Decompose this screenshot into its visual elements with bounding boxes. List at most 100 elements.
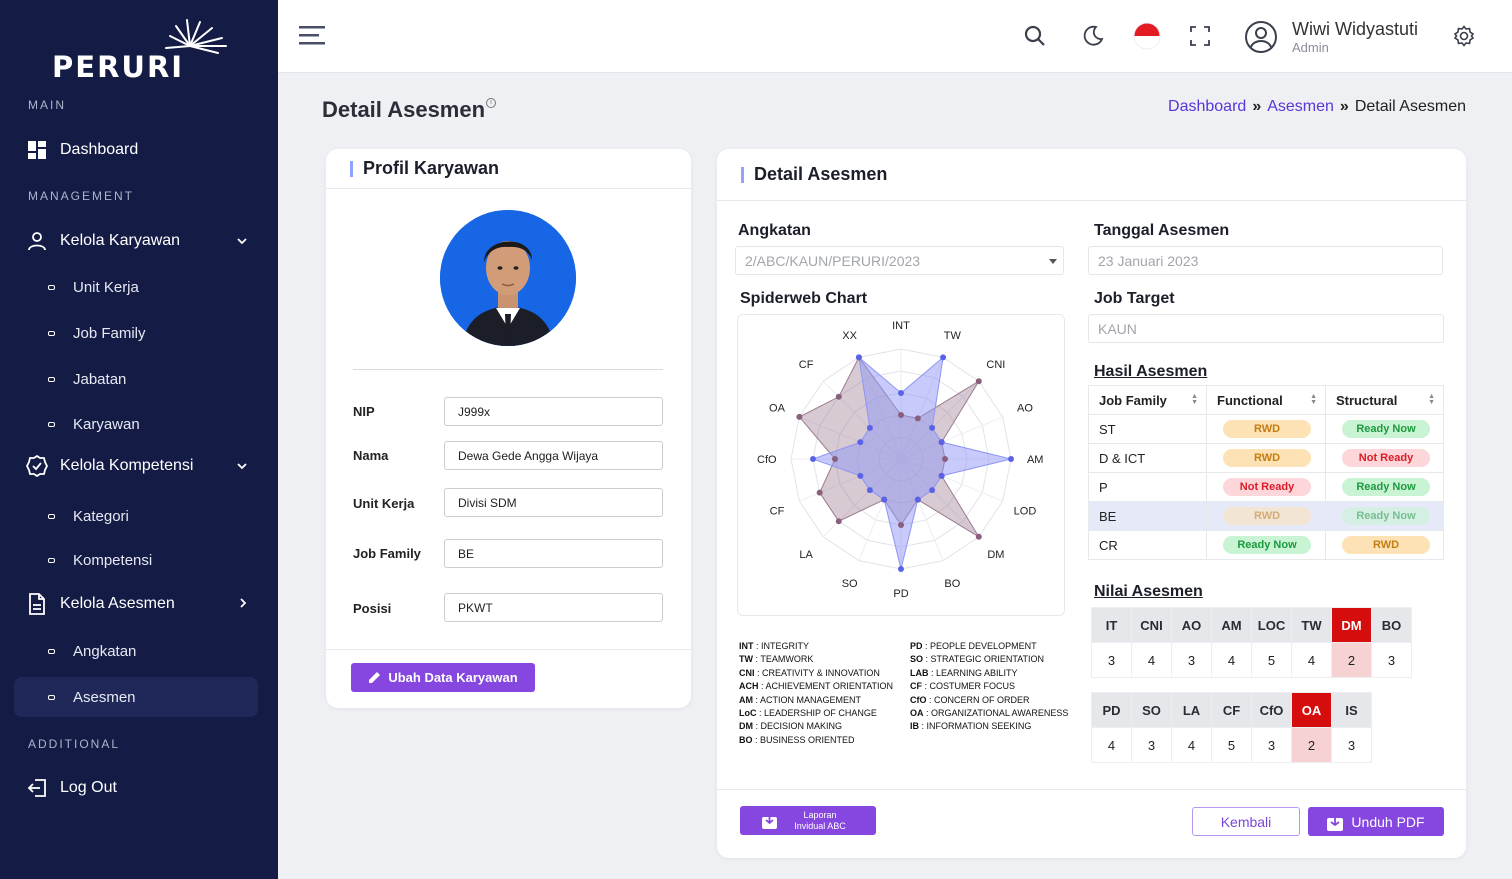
radar-axis-label: OA [769, 403, 786, 415]
back-button[interactable]: Kembali [1192, 807, 1300, 836]
download-icon [1327, 812, 1344, 831]
sidebar-item-logout[interactable]: Log Out [14, 768, 258, 808]
edit-employee-button[interactable]: Ubah Data Karyawan [351, 663, 535, 692]
hasil-asesmen-label: Hasil Asesmen [1094, 363, 1208, 380]
tanggal-asesmen-field[interactable]: 23 Januari 2023 [1088, 246, 1443, 275]
sidebar-item-kelola-asesmen[interactable]: Kelola Asesmen [14, 584, 258, 624]
sidebar-item-kategori[interactable]: Kategori [14, 496, 258, 536]
column-header-job-family[interactable]: Job Family ▲ ▼ [1088, 385, 1207, 415]
posisi-field[interactable]: PKWT [444, 593, 663, 622]
sidebar-item-jabatan[interactable]: Jabatan [14, 359, 258, 399]
status-badge: RWD [1342, 536, 1430, 554]
unit-kerja-field[interactable]: Divisi SDM [444, 488, 663, 517]
fullscreen-icon[interactable] [1186, 22, 1214, 50]
radar-point [975, 378, 982, 385]
title-accent-bar [350, 160, 353, 177]
bullet-icon [48, 421, 55, 427]
table-row[interactable]: P Not Ready Ready Now [1088, 472, 1444, 502]
sidebar-item-asesmen[interactable]: Asesmen [14, 677, 258, 717]
nip-field[interactable]: J999x [444, 397, 663, 426]
download-pdf-button[interactable]: Unduh PDF [1308, 807, 1444, 836]
bullet-icon [48, 376, 55, 382]
radar-point [866, 424, 873, 431]
competency-score: 3 [1331, 727, 1372, 763]
table-row[interactable]: BE RWD Ready Now [1088, 501, 1444, 531]
pencil-icon [369, 672, 381, 683]
download-report-button[interactable]: Laporan Invidual ABC [740, 806, 876, 835]
sidebar-item-dashboard[interactable]: Dashboard [14, 130, 258, 170]
sidebar-item-label: Karyawan [73, 415, 140, 433]
table-row[interactable]: CR Ready Now RWD [1088, 530, 1444, 560]
job-family-cell: P [1088, 472, 1207, 502]
detail-card: Detail Asesmen Angkatan 2/ABC/KAUN/PERUR… [717, 149, 1466, 858]
search-icon[interactable] [1021, 22, 1049, 50]
sidebar-item-angkatan[interactable]: Angkatan [14, 631, 258, 671]
competency-code: AO [1171, 607, 1212, 643]
column-header-structural[interactable]: Structural ▲ ▼ [1325, 385, 1444, 415]
sidebar-item-kompetensi[interactable]: Kompetensi [14, 540, 258, 580]
radar-point [835, 393, 842, 400]
peruri-logo[interactable]: PERURI [52, 18, 232, 84]
breadcrumb-asesmen[interactable]: Asesmen [1267, 98, 1334, 116]
user-name[interactable]: Wiwi Widyastuti [1292, 19, 1418, 40]
bullet-icon [48, 694, 55, 700]
sort-icon: ▲ ▼ [1191, 393, 1198, 406]
status-badge: Ready Now [1342, 420, 1430, 438]
column-header-functional[interactable]: Functional ▲ ▼ [1206, 385, 1326, 415]
sidebar-item-kelola-kompetensi[interactable]: Kelola Kompetensi [14, 446, 258, 486]
legend-entry: AM : ACTION MANAGEMENT [739, 694, 862, 705]
sidebar-item-label: Jabatan [73, 370, 127, 388]
info-icon[interactable]: i [486, 98, 496, 108]
job-target-field[interactable]: KAUN [1088, 314, 1444, 343]
radar-point [898, 566, 904, 572]
caret-down-icon [1049, 259, 1057, 264]
tanggal-asesmen-label: Tanggal Asesmen [1094, 222, 1230, 239]
sidebar: PERURI MAIN Dashboard MANAGEMENT Kelola … [0, 0, 278, 879]
sidebar-item-label: Kategori [73, 507, 129, 525]
sidebar-item-karyawan[interactable]: Karyawan [14, 404, 258, 444]
legend-entry: IB : INFORMATION SEEKING [910, 721, 1032, 732]
status-badge: Ready Now [1342, 507, 1430, 525]
section-management: MANAGEMENT [28, 189, 135, 203]
competency-code: LA [1171, 692, 1212, 728]
job-family-field[interactable]: BE [444, 539, 663, 568]
competency-score: 4 [1211, 642, 1252, 678]
competency-score: 2 [1291, 727, 1332, 763]
legend-left: INT : INTEGRITY TW : TEAMWORK CNI : CREATI… [739, 640, 893, 747]
gear-icon[interactable] [1450, 22, 1478, 50]
brand-name: PERURI [52, 50, 185, 84]
legend-entry: LoC : LEADERSHIP OF CHANGE [739, 708, 877, 719]
download-icon [762, 812, 777, 829]
radar-point [810, 456, 816, 462]
job-family-cell: BE [1088, 501, 1207, 531]
bullet-icon [48, 557, 55, 563]
sidebar-item-kelola-karyawan[interactable]: Kelola Karyawan [14, 221, 258, 261]
bullet-icon [48, 513, 55, 519]
radar-point [832, 456, 838, 462]
job-family-cell: D & ICT [1088, 443, 1207, 473]
legend-right: PD : PEOPLE DEVELOPMENT SO : STRATEGIC OR… [910, 640, 1068, 734]
table-row[interactable]: ST RWD Ready Now [1088, 414, 1444, 444]
user-avatar-icon[interactable] [1244, 20, 1278, 54]
sidebar-item-label: Asesmen [73, 688, 136, 706]
breadcrumb-dashboard[interactable]: Dashboard [1168, 98, 1246, 116]
radar-point [857, 439, 864, 446]
radar-point [855, 354, 862, 361]
status-badge: RWD [1223, 507, 1311, 525]
sidebar-item-job-family[interactable]: Job Family [14, 313, 258, 353]
hamburger-menu-icon[interactable] [299, 26, 327, 51]
download-report-label-2: Invidual ABC [794, 820, 846, 831]
radar-point [1008, 456, 1014, 462]
nama-field[interactable]: Dewa Gede Angga Wijaya [444, 441, 663, 470]
legend-entry: PD : PEOPLE DEVELOPMENT [910, 641, 1037, 651]
radar-point [898, 390, 904, 396]
sidebar-item-unit-kerja[interactable]: Unit Kerja [14, 267, 258, 307]
angkatan-select[interactable]: 2/ABC/KAUN/PERURI/2023 [735, 246, 1064, 275]
indonesia-flag-icon[interactable] [1133, 22, 1161, 50]
dark-mode-moon-icon[interactable] [1079, 22, 1107, 50]
status-badge: RWD [1223, 449, 1311, 467]
sidebar-item-label: Job Family [73, 324, 146, 342]
competency-code: PD [1091, 692, 1132, 728]
legend-entry: SO : STRATEGIC ORIENTATION [910, 654, 1045, 665]
table-row[interactable]: D & ICT RWD Not Ready [1088, 443, 1444, 473]
